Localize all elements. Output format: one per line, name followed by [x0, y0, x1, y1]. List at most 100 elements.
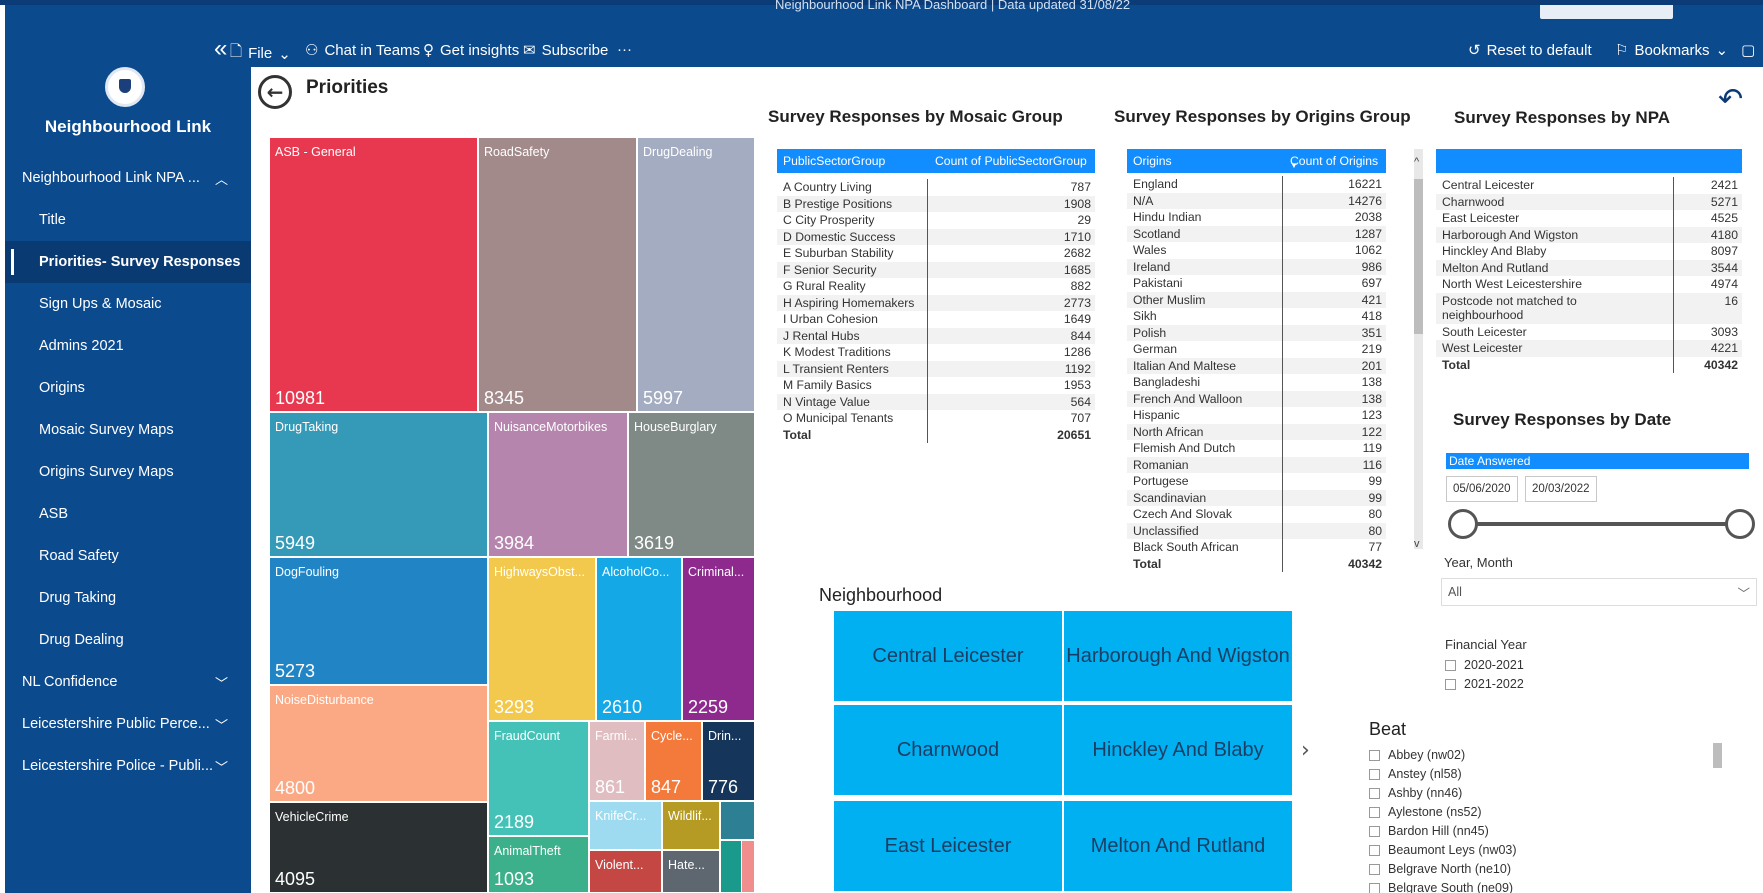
table-row[interactable]: Portugese 99	[1127, 473, 1386, 490]
treemap-cell[interactable]: NuisanceMotorbikes 3984	[488, 412, 628, 557]
treemap-cell[interactable]: Criminal... 2259	[682, 557, 755, 721]
sidebar-item[interactable]: NL Confidence ﹀	[5, 661, 251, 703]
get-insights-button[interactable]: ♀ Get insights	[423, 41, 519, 59]
table-row[interactable]: G Rural Reality 882	[777, 278, 1095, 295]
date-range-slider[interactable]	[1462, 522, 1740, 526]
sidebar-item[interactable]: Title	[5, 199, 251, 241]
treemap-cell[interactable]: ASB - General 10981	[269, 137, 478, 412]
mosaic-col1-header[interactable]: PublicSectorGroup	[777, 149, 929, 173]
treemap-cell[interactable]: NoiseDisturbance 4800	[269, 685, 488, 802]
table-row[interactable]: Other Muslim 421	[1127, 291, 1386, 308]
checkbox[interactable]	[1369, 863, 1380, 875]
origins-col2-header[interactable]: Count of Origins ▼	[1284, 149, 1386, 173]
treemap-cell[interactable]	[741, 840, 755, 893]
beat-option[interactable]: Belgrave North (ne10)	[1369, 862, 1511, 876]
table-row[interactable]: Pakistani 697	[1127, 275, 1386, 292]
neighbourhood-tile[interactable]: Harborough And Wigston	[1064, 611, 1292, 701]
sidebar-item[interactable]: Mosaic Survey Maps	[5, 409, 251, 451]
sidebar-item[interactable]: Origins	[5, 367, 251, 409]
table-row[interactable]: Czech And Slovak 80	[1127, 506, 1386, 523]
checkbox[interactable]	[1369, 768, 1380, 780]
table-row[interactable]: North African 122	[1127, 423, 1386, 440]
origins-col1-header[interactable]: Origins	[1127, 149, 1284, 173]
reset-to-default-button[interactable]: ↺ Reset to default	[1468, 41, 1592, 59]
mosaic-col2-header[interactable]: Count of PublicSectorGroup	[929, 149, 1095, 173]
table-row[interactable]: Ireland 986	[1127, 258, 1386, 275]
financial-year-option[interactable]: 2021-2022	[1445, 677, 1524, 691]
table-row[interactable]: D Domestic Success 1710	[777, 228, 1095, 245]
sidebar-item[interactable]: Sign Ups & Mosaic	[5, 283, 251, 325]
checkbox[interactable]	[1369, 806, 1380, 818]
table-row[interactable]: East Leicester 4525	[1436, 210, 1742, 227]
table-row[interactable]: Central Leicester 2421	[1436, 177, 1742, 194]
table-row[interactable]: Scotland 1287	[1127, 225, 1386, 242]
table-row[interactable]: England 16221	[1127, 176, 1386, 193]
table-row[interactable]: Polish 351	[1127, 324, 1386, 341]
table-row[interactable]: H Aspiring Homemakers 2773	[777, 294, 1095, 311]
treemap-cell[interactable]: Wildlif...	[662, 801, 720, 850]
sidebar-item[interactable]: Priorities- Survey Responses	[5, 241, 251, 283]
table-row[interactable]: Harborough And Wigston 4180	[1436, 226, 1742, 243]
neighbourhood-tile[interactable]: Hinckley And Blaby	[1064, 705, 1292, 795]
start-date-handle[interactable]	[1448, 509, 1478, 539]
table-row[interactable]: A Country Living 787	[777, 179, 1095, 196]
checkbox[interactable]	[1369, 844, 1380, 856]
treemap-cell[interactable]: HouseBurglary 3619	[628, 412, 755, 557]
beat-option[interactable]: Abbey (nw02)	[1369, 748, 1465, 762]
sidebar-item[interactable]: Admins 2021	[5, 325, 251, 367]
treemap-cell[interactable]: FraudCount 2189	[488, 721, 589, 836]
treemap-cell[interactable]: HighwaysObst... 3293	[488, 557, 596, 721]
view-mode-icon[interactable]: ▢	[1741, 41, 1755, 59]
table-row[interactable]: Unclassified 80	[1127, 522, 1386, 539]
sidebar-item[interactable]: Road Safety	[5, 535, 251, 577]
table-row[interactable]: South Leicester 3093	[1436, 324, 1742, 341]
treemap-cell[interactable]: RoadSafety 8345	[478, 137, 637, 412]
table-row[interactable]: K Modest Traditions 1286	[777, 344, 1095, 361]
beat-option[interactable]: Ashby (nn46)	[1369, 786, 1462, 800]
table-row[interactable]: I Urban Cohesion 1649	[777, 311, 1095, 328]
table-row[interactable]: Italian And Maltese 201	[1127, 357, 1386, 374]
sidebar-item[interactable]: Leicestershire Public Perce... ﹀	[5, 703, 251, 745]
treemap-cell[interactable]: KnifeCr...	[589, 801, 662, 850]
table-row[interactable]: West Leicester 4221	[1436, 340, 1742, 357]
checkbox[interactable]	[1369, 749, 1380, 761]
table-row[interactable]: Hindu Indian 2038	[1127, 209, 1386, 226]
treemap-cell[interactable]: AlcoholCo... 2610	[596, 557, 682, 721]
treemap-cell[interactable]: DrugTaking 5949	[269, 412, 488, 557]
table-row[interactable]: Hispanic 123	[1127, 407, 1386, 424]
treemap-cell[interactable]: VehicleCrime 4095	[269, 802, 488, 893]
table-row[interactable]: L Transient Renters 1192	[777, 360, 1095, 377]
neighbourhood-tile[interactable]: Central Leicester	[834, 611, 1062, 701]
chevron-down-icon[interactable]: ﹀	[215, 715, 228, 734]
table-row[interactable]: North West Leicestershire 4974	[1436, 276, 1742, 293]
chevron-up-icon[interactable]: ︿	[215, 169, 228, 188]
treemap-cell[interactable]: Violent...	[589, 850, 662, 893]
origins-scrollbar[interactable]	[1414, 149, 1423, 549]
checkbox[interactable]	[1445, 678, 1456, 690]
table-row[interactable]: C City Prosperity 29	[777, 212, 1095, 229]
search-box[interactable]	[1540, 5, 1673, 19]
undo-icon[interactable]: ↶	[1718, 82, 1743, 117]
chevron-down-icon[interactable]: ﹀	[215, 673, 228, 692]
end-date-input[interactable]: 20/03/2022	[1525, 476, 1597, 502]
table-row[interactable]: B Prestige Positions 1908	[777, 195, 1095, 212]
scroll-down-icon[interactable]: v	[1414, 538, 1420, 550]
table-row[interactable]: French And Walloon 138	[1127, 390, 1386, 407]
year-month-dropdown[interactable]: All ﹀	[1441, 578, 1757, 606]
table-row[interactable]: Romanian 116	[1127, 456, 1386, 473]
table-row[interactable]: Sikh 418	[1127, 308, 1386, 325]
treemap-cell[interactable]: Farmi... 861	[589, 721, 645, 801]
neighbourhood-tile[interactable]: East Leicester	[834, 801, 1062, 891]
file-menu[interactable]: 🗋 File ⌄	[230, 41, 291, 66]
sidebar-item[interactable]: ASB	[5, 493, 251, 535]
table-row[interactable]: J Rental Hubs 844	[777, 327, 1095, 344]
beat-option[interactable]: Aylestone (ns52)	[1369, 805, 1482, 819]
treemap-cell[interactable]: Cycle... 847	[645, 721, 702, 801]
table-row[interactable]: Postcode not matched to neighbourhood 16	[1436, 292, 1742, 324]
table-row[interactable]: Black South African 77	[1127, 539, 1386, 556]
chevron-down-icon[interactable]: ﹀	[215, 757, 228, 776]
table-row[interactable]: Melton And Rutland 3544	[1436, 259, 1742, 276]
start-date-input[interactable]: 05/06/2020	[1446, 476, 1518, 502]
neighbourhood-tile[interactable]: Charnwood	[834, 705, 1062, 795]
end-date-handle[interactable]	[1725, 509, 1755, 539]
